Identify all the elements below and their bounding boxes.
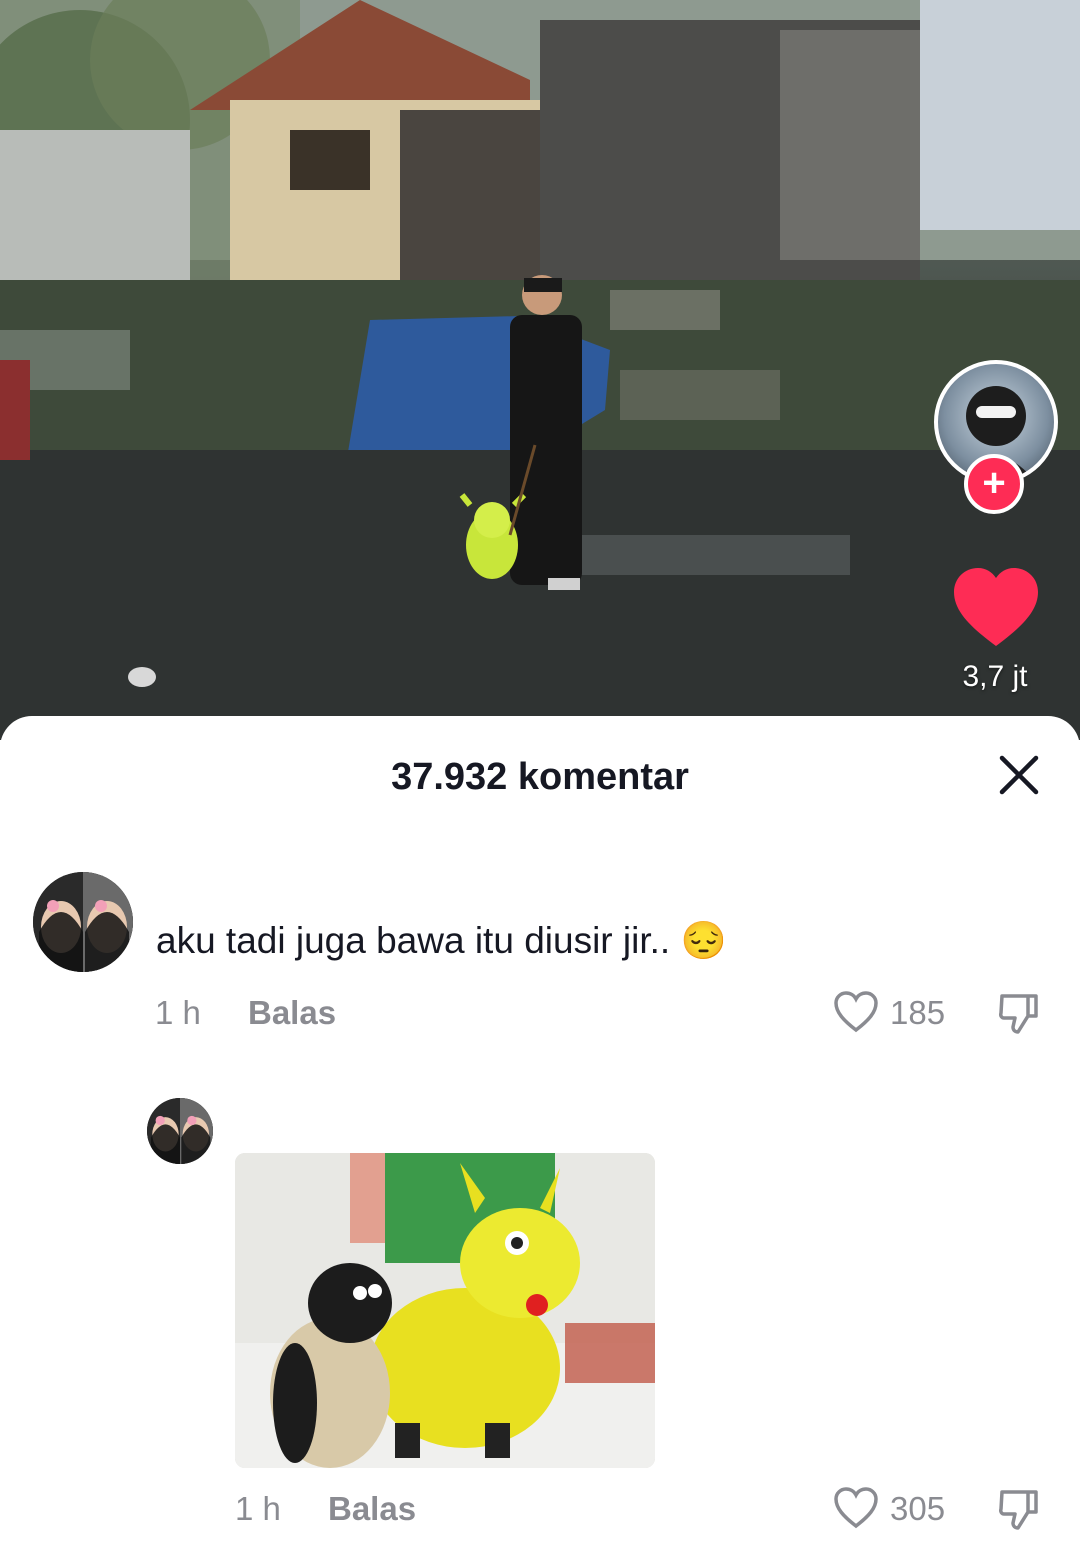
commenter-photo-small (147, 1098, 213, 1164)
comment-like-count: 305 (890, 1490, 946, 1527)
comments-sheet: 37.932 komentar aku tadi juga bawa itu d… (0, 716, 1080, 1566)
heart-outline-icon[interactable] (833, 990, 879, 1034)
heart-outline-icon[interactable] (833, 1486, 879, 1530)
comment-text: aku tadi juga bawa itu diusir jir.. 😔 (156, 920, 727, 961)
reply-button[interactable]: Balas (328, 1490, 416, 1528)
dislike-icon[interactable] (996, 990, 1042, 1036)
video-player[interactable]: + 3,7 jt (0, 0, 1080, 740)
heart-filled-icon[interactable] (952, 566, 1040, 650)
follow-plus-icon[interactable]: + (964, 454, 1024, 514)
comment-like-count: 185 (890, 994, 946, 1031)
dislike-icon[interactable] (996, 1486, 1042, 1532)
commenter-avatar[interactable] (33, 872, 133, 972)
comment-image[interactable] (235, 1153, 655, 1468)
commenter-avatar-small[interactable] (147, 1098, 213, 1164)
close-icon[interactable] (996, 752, 1042, 798)
reply-button[interactable]: Balas (248, 994, 336, 1032)
video-like-count: 3,7 jt (962, 660, 1028, 693)
comment-time: 1 h (155, 994, 201, 1031)
commenter-photo (33, 872, 133, 972)
comment-time: 1 h (235, 1490, 281, 1527)
comment-photo (235, 1153, 655, 1468)
comments-count-title: 37.932 komentar (391, 756, 689, 798)
video-frame (0, 0, 1080, 740)
